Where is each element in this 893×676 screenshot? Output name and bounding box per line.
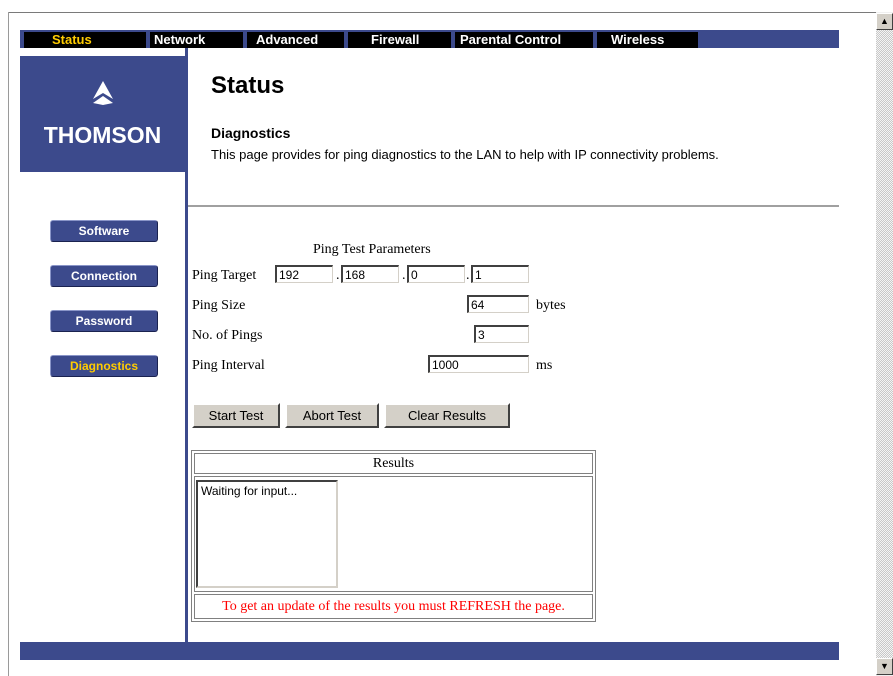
ping-target-octet-1[interactable] [275, 265, 333, 283]
sidebar-divider [185, 48, 188, 642]
top-nav-bar: Status Network Advanced Firewall Parenta… [20, 30, 839, 48]
sidebar-item-label: Password [75, 314, 133, 328]
ping-target-octet-3[interactable] [407, 265, 465, 283]
ping-params-header: Ping Test Parameters [313, 242, 431, 257]
results-header: Results [194, 453, 593, 474]
sidebar-item-label: Connection [71, 269, 137, 283]
thomson-logo-svg [92, 81, 113, 105]
header-divider [188, 205, 839, 207]
window-left-border [0, 12, 9, 676]
scrollbar-track[interactable] [876, 30, 893, 658]
octet-separator: . [336, 268, 340, 283]
octet-separator: . [402, 268, 406, 283]
octet-separator: . [466, 268, 470, 283]
tab-wireless-label: Wireless [611, 32, 665, 47]
ping-target-label: Ping Target [192, 268, 257, 283]
tab-status[interactable]: Status [24, 32, 146, 48]
ping-interval-input[interactable] [428, 355, 529, 373]
section-description: This page provides for ping diagnostics … [211, 147, 719, 162]
brand-name: THOMSON [43, 122, 162, 148]
scroll-down-icon[interactable]: ▼ [876, 658, 893, 675]
window-top-border [0, 0, 893, 13]
tab-advanced[interactable]: Advanced [247, 32, 344, 48]
page-title: Status [211, 72, 285, 99]
results-textarea[interactable]: Waiting for input... [196, 480, 338, 588]
ping-size-label: Ping Size [192, 298, 246, 313]
sidebar-item-software[interactable]: Software [50, 220, 158, 242]
tab-advanced-label: Advanced [256, 32, 319, 47]
sidebar-item-password[interactable]: Password [50, 310, 158, 332]
ping-size-unit: bytes [536, 298, 566, 313]
refresh-note: To get an update of the results you must… [194, 594, 593, 619]
clear-results-button[interactable]: Clear Results [384, 403, 510, 428]
sidebar-item-connection[interactable]: Connection [50, 265, 158, 287]
footer-bar [20, 642, 839, 660]
scroll-up-icon[interactable]: ▲ [876, 13, 893, 30]
ping-interval-label: Ping Interval [192, 358, 265, 373]
section-title: Diagnostics [211, 125, 291, 141]
tab-network-label: Network [154, 32, 206, 47]
sidebar-item-label: Diagnostics [69, 359, 138, 373]
tab-wireless[interactable]: Wireless [597, 32, 698, 48]
ping-target-octet-2[interactable] [341, 265, 399, 283]
brand-logo-panel: THOMSON [20, 56, 185, 172]
sidebar-item-diagnostics[interactable]: Diagnostics [50, 355, 158, 377]
tab-parental-control-label: Parental Control [460, 32, 562, 47]
ping-count-input[interactable] [474, 325, 529, 343]
tab-firewall[interactable]: Firewall [348, 32, 451, 48]
ping-interval-unit: ms [536, 358, 553, 373]
start-test-button[interactable]: Start Test [192, 403, 280, 428]
tab-parental-control[interactable]: Parental Control [455, 32, 593, 48]
abort-test-button[interactable]: Abort Test [285, 403, 379, 428]
tab-firewall-label: Firewall [371, 32, 420, 47]
ping-size-input[interactable] [467, 295, 529, 313]
ping-target-octet-4[interactable] [471, 265, 529, 283]
tab-status-label: Status [52, 32, 92, 47]
ping-count-label: No. of Pings [192, 328, 263, 343]
thomson-logo-icon [20, 80, 185, 112]
sidebar-item-label: Software [78, 224, 130, 238]
tab-network[interactable]: Network [150, 32, 243, 48]
